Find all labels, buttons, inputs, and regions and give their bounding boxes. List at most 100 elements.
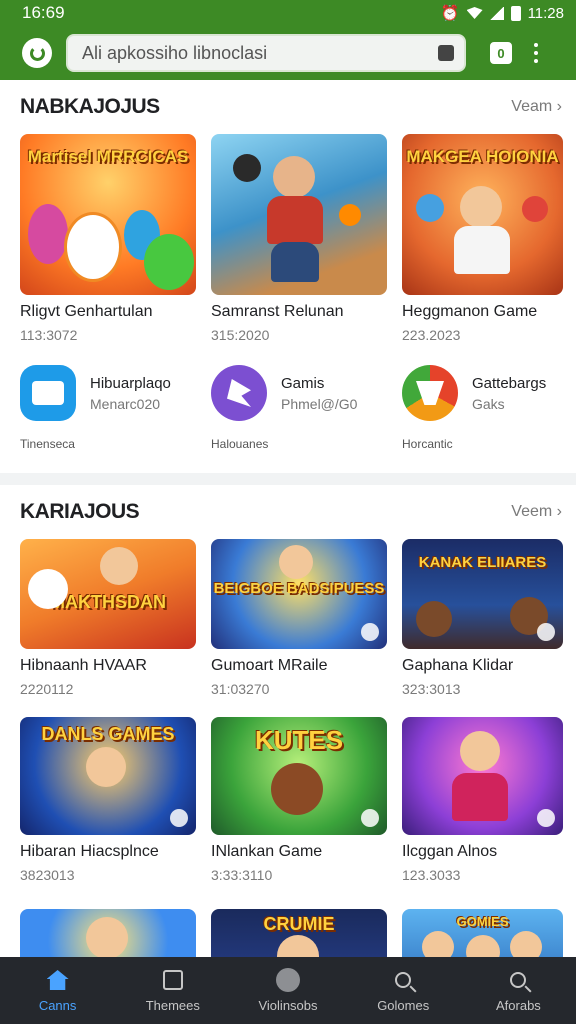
game-card[interactable]: Samranst Relunan 315:2020 xyxy=(211,134,387,343)
circle-icon xyxy=(276,968,300,992)
game-card[interactable]: Ilcggan Alnos 123.3033 xyxy=(402,717,563,883)
refresh-icon xyxy=(29,45,45,61)
search-query: Ali apkossiho libnoclasi xyxy=(82,42,268,63)
wifi-icon xyxy=(466,7,483,19)
view-more-link[interactable]: Veam › xyxy=(511,98,562,116)
status-bar: 16:69 ⏰ 11:28 xyxy=(0,0,576,26)
tabs-button[interactable]: 0 xyxy=(490,42,512,64)
game-meta: 2220112 xyxy=(20,681,74,697)
game-meta: 123.3033 xyxy=(402,867,461,883)
frame-icon xyxy=(162,970,183,990)
game-card[interactable]: DANLS GAMES Hibaran Hiacsplnce 3823013 xyxy=(20,717,196,883)
game-name: Hibnaanh HVAAR xyxy=(20,657,147,674)
overflow-menu-button[interactable] xyxy=(534,43,538,63)
game-card[interactable]: MAKTHSDAN Hibnaanh HVAAR 2220112 xyxy=(20,539,196,697)
browser-toolbar: Ali apkossiho libnoclasi 0 xyxy=(0,26,576,80)
nav-label: Canns xyxy=(38,998,77,1013)
game-thumbnail xyxy=(20,909,196,957)
main-content: NABKAJOJUS Veam › Martisel MRRCICAS Rlig… xyxy=(0,80,576,957)
game-card[interactable] xyxy=(20,909,196,957)
app-tag: Halouanes xyxy=(211,437,269,451)
badge-icon xyxy=(361,809,379,827)
app-name: Hibuarplaqo xyxy=(90,374,171,392)
game-card[interactable]: BEIGBOE BADSIPUESS Gumoart MRaile 31:032… xyxy=(211,539,387,697)
section-title: KARIAJOUS xyxy=(20,500,140,523)
nav-item-search[interactable]: Golomes xyxy=(346,957,461,1024)
app-name: Gamis xyxy=(281,374,325,392)
game-meta: 223.2023 xyxy=(402,327,461,343)
alarm-icon: ⏰ xyxy=(440,5,460,22)
app-item[interactable]: Hibuarplaqo Menarc020 Tinenseca xyxy=(20,365,196,451)
view-more-link[interactable]: Veem › xyxy=(511,503,562,521)
signal-icon xyxy=(489,6,504,20)
status-icons: ⏰ 11:28 xyxy=(440,4,564,23)
section-divider xyxy=(0,473,576,485)
game-card[interactable]: GOMIES xyxy=(402,909,563,957)
section-title: NABKAJOJUS xyxy=(20,95,160,118)
nav-label: Violinsobs xyxy=(258,998,318,1013)
game-thumbnail: DANLS GAMES xyxy=(20,717,196,835)
game-thumbnail xyxy=(402,717,563,835)
game-name: Rligvt Genhartulan xyxy=(20,303,153,320)
game-card[interactable]: CRUMIE xyxy=(211,909,387,957)
game-name: Heggmanon Game xyxy=(402,303,538,320)
nav-item-games[interactable]: Canns xyxy=(0,957,115,1024)
badge-icon xyxy=(537,623,555,641)
game-name: Samranst Relunan xyxy=(211,303,344,320)
game-name: Hibaran Hiacsplnce xyxy=(20,843,159,860)
search-icon xyxy=(510,972,527,988)
game-card[interactable]: MAKGEA HOIONIA Heggmanon Game 223.2023 xyxy=(402,134,563,343)
app-icon xyxy=(211,365,267,421)
nav-label: Golomes xyxy=(377,998,430,1013)
nav-item-more[interactable]: Aforabs xyxy=(461,957,576,1024)
game-thumbnail: Martisel MRRCICAS xyxy=(20,134,196,295)
app-item[interactable]: Gattebargs Gaks Horcantic xyxy=(402,365,563,451)
game-thumbnail: CRUMIE xyxy=(211,909,387,957)
game-card[interactable]: KANAK ELIIARES Gaphana Klidar 323:3013 xyxy=(402,539,563,697)
game-name: Ilcggan Alnos xyxy=(402,843,498,860)
badge-icon xyxy=(170,809,188,827)
section-featured: NABKAJOJUS Veam › Martisel MRRCICAS Rlig… xyxy=(0,80,576,451)
badge-icon xyxy=(361,623,379,641)
status-right-time: 11:28 xyxy=(527,4,564,22)
game-meta: 3823013 xyxy=(20,867,75,883)
game-meta: 323:3013 xyxy=(402,681,461,697)
app-subtitle: Gaks xyxy=(472,395,505,412)
game-meta: 3:33:3110 xyxy=(211,867,273,883)
search-icon xyxy=(395,972,412,988)
game-thumbnail: GOMIES xyxy=(402,909,563,957)
app-subtitle: Menarc020 xyxy=(90,395,161,412)
battery-icon xyxy=(510,5,521,21)
game-thumbnail: KANAK ELIIARES xyxy=(402,539,563,649)
game-card[interactable]: Martisel MRRCICAS Rligvt Genhartulan 113… xyxy=(20,134,196,343)
game-thumbnail: MAKTHSDAN xyxy=(20,539,196,649)
game-name: Gumoart MRaile xyxy=(211,657,328,674)
status-time: 16:69 xyxy=(22,3,65,22)
bottom-navigation: Canns Themees Violinsobs Golomes Aforabs xyxy=(0,957,576,1024)
game-meta: 113:3072 xyxy=(20,327,78,343)
home-icon xyxy=(46,970,69,990)
search-input[interactable]: Ali apkossiho libnoclasi xyxy=(66,34,466,72)
refresh-button[interactable] xyxy=(22,38,52,68)
app-item[interactable]: Gamis Phmel@/G0 Halouanes xyxy=(211,365,387,451)
nav-label: Aforabs xyxy=(496,998,541,1013)
game-name: Gaphana Klidar xyxy=(402,657,514,674)
game-meta: 31:03270 xyxy=(211,681,270,697)
badge-icon xyxy=(537,809,555,827)
game-name: INlankan Game xyxy=(211,843,323,860)
game-thumbnail: MAKGEA HOIONIA xyxy=(402,134,563,295)
app-tag: Horcantic xyxy=(402,437,453,451)
section-popular: KARIAJOUS Veem › MAKTHSDAN Hibnaanh HVAA… xyxy=(0,485,576,957)
app-subtitle: Phmel@/G0 xyxy=(281,395,358,412)
tab-icon[interactable] xyxy=(438,45,454,61)
game-thumbnail: KUTES xyxy=(211,717,387,835)
app-icon xyxy=(402,365,458,421)
nav-item-videos[interactable]: Violinsobs xyxy=(230,957,345,1024)
game-card[interactable]: KUTES INlankan Game 3:33:3110 xyxy=(211,717,387,883)
app-icon xyxy=(20,365,76,421)
nav-label: Themees xyxy=(145,998,200,1013)
nav-item-themes[interactable]: Themees xyxy=(115,957,230,1024)
game-thumbnail: BEIGBOE BADSIPUESS xyxy=(211,539,387,649)
game-thumbnail xyxy=(211,134,387,295)
app-name: Gattebargs xyxy=(472,374,547,392)
